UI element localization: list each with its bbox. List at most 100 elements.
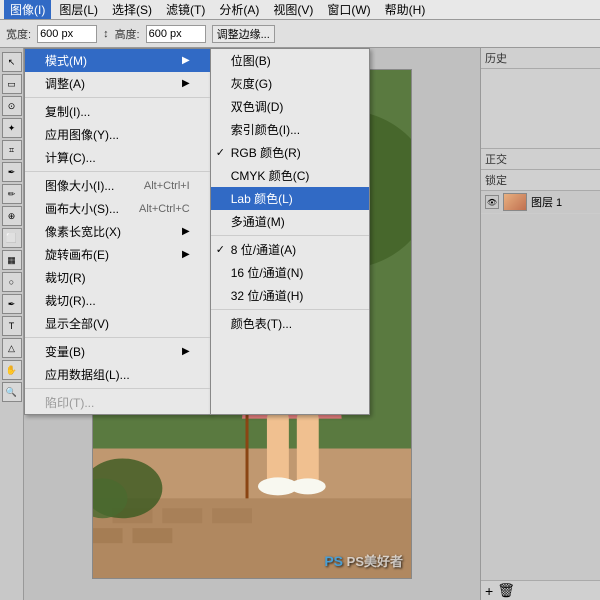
magic-wand-tool[interactable]: ✦: [2, 118, 22, 138]
menu-window[interactable]: 窗口(W): [321, 0, 376, 19]
menu-item-pixel-aspect[interactable]: 像素长宽比(X) ▶: [25, 220, 210, 243]
mode-bitmap-label: 位图(B): [231, 52, 271, 69]
submenu-arrow: ▶: [182, 55, 190, 66]
mode-label: 正交: [481, 149, 600, 170]
image-size-shortcut: Alt+Ctrl+I: [144, 180, 190, 192]
mode-separator-1: [211, 235, 369, 236]
mode-lab[interactable]: Lab 颜色(L): [211, 187, 369, 210]
mode-indexed-label: 索引颜色(I)...: [231, 121, 300, 138]
menu-item-reveal-all[interactable]: 显示全部(V): [25, 312, 210, 335]
menu-image[interactable]: 图像(I): [4, 0, 51, 19]
canvas-area: PS PS美好者 模式(M) ▶ 调整(A) ▶: [24, 48, 480, 600]
menu-item-adjust-label: 调整(A): [45, 75, 85, 92]
menu-item-variables[interactable]: 变量(B) ▶: [25, 340, 210, 363]
menu-item-mode-label: 模式(M): [45, 52, 87, 69]
mode-8bit[interactable]: ✓ 8 位/通道(A): [211, 238, 369, 261]
canvas-size-shortcut: Alt+Ctrl+C: [139, 203, 190, 215]
mode-cmyk[interactable]: CMYK 颜色(C): [211, 164, 369, 187]
hand-tool[interactable]: ✋: [2, 360, 22, 380]
menu-item-duplicate[interactable]: 复制(I)...: [25, 100, 210, 123]
dropdown-overlay: 模式(M) ▶ 调整(A) ▶ 复制(I)... 应用图像(Y)...: [24, 48, 370, 415]
menu-item-canvas-size[interactable]: 画布大小(S)... Alt+Ctrl+C: [25, 197, 210, 220]
menu-item-trap-label: 陷印(T)...: [45, 394, 94, 411]
menu-item-apply-image[interactable]: 应用图像(Y)...: [25, 123, 210, 146]
rgb-check: ✓: [216, 146, 225, 159]
mode-color-table[interactable]: 颜色表(T)...: [211, 312, 369, 335]
menu-item-reveal-all-label: 显示全部(V): [45, 315, 109, 332]
mode-duotone-label: 双色调(D): [231, 98, 284, 115]
mode-lab-label: Lab 颜色(L): [231, 190, 293, 207]
8bit-check: ✓: [216, 243, 225, 256]
menu-item-apply-data[interactable]: 应用数据组(L)...: [25, 363, 210, 386]
mode-multichannel[interactable]: 多通道(M): [211, 210, 369, 233]
menu-item-crop-label: 裁切(R): [45, 269, 86, 286]
menu-item-trim-label: 裁切(R)...: [45, 292, 96, 309]
eye-icon[interactable]: 👁: [485, 195, 499, 209]
menu-item-adjust[interactable]: 调整(A) ▶: [25, 72, 210, 95]
gradient-tool[interactable]: ▦: [2, 250, 22, 270]
height-text-label: 高度:: [115, 26, 140, 42]
menu-analyze[interactable]: 分析(A): [213, 0, 265, 19]
width-label: 宽度:: [6, 26, 31, 42]
menu-filter[interactable]: 滤镜(T): [160, 0, 211, 19]
menu-item-rotate-label: 旋转画布(E): [45, 246, 109, 263]
zoom-tool[interactable]: 🔍: [2, 382, 22, 402]
menu-item-crop[interactable]: 裁切(R): [25, 266, 210, 289]
menu-item-image-size-label: 图像大小(I)...: [45, 177, 114, 194]
crop-tool[interactable]: ⌗: [2, 140, 22, 160]
mode-indexed[interactable]: 索引颜色(I)...: [211, 118, 369, 141]
menu-item-calculate-label: 计算(C)...: [45, 149, 96, 166]
main-area: ↖ ▭ ⊙ ✦ ⌗ ✒ ✏ ⊕ ⬜ ▦ ○ ✒ T △ ✋ 🔍: [0, 48, 600, 600]
lasso-tool[interactable]: ⊙: [2, 96, 22, 116]
image-menu: 模式(M) ▶ 调整(A) ▶ 复制(I)... 应用图像(Y)...: [24, 48, 211, 415]
submenu-arrow-pixel: ▶: [182, 226, 190, 237]
menubar: 图像(I) 图层(L) 选择(S) 滤镜(T) 分析(A) 视图(V) 窗口(W…: [0, 0, 600, 20]
menu-item-trap: 陷印(T)...: [25, 391, 210, 414]
mode-16bit[interactable]: 16 位/通道(N): [211, 261, 369, 284]
menu-item-canvas-size-label: 画布大小(S)...: [45, 200, 119, 217]
menu-layer[interactable]: 图层(L): [53, 0, 104, 19]
mode-submenu: 位图(B) 灰度(G) 双色调(D) 索引颜色(I)... ✓ RGB 颜色(R…: [210, 48, 370, 415]
menu-item-rotate[interactable]: 旋转画布(E) ▶: [25, 243, 210, 266]
select-tool[interactable]: ▭: [2, 74, 22, 94]
width-input[interactable]: [37, 25, 97, 43]
mode-32bit-label: 32 位/通道(H): [231, 287, 304, 304]
menu-select[interactable]: 选择(S): [106, 0, 158, 19]
menu-view[interactable]: 视图(V): [267, 0, 319, 19]
eraser-tool[interactable]: ⬜: [2, 228, 22, 248]
mode-rgb[interactable]: ✓ RGB 颜色(R): [211, 141, 369, 164]
menu-item-calculate[interactable]: 计算(C)...: [25, 146, 210, 169]
mode-grayscale-label: 灰度(G): [231, 75, 272, 92]
left-tool-panel: ↖ ▭ ⊙ ✦ ⌗ ✒ ✏ ⊕ ⬜ ▦ ○ ✒ T △ ✋ 🔍: [0, 48, 24, 600]
clone-tool[interactable]: ⊕: [2, 206, 22, 226]
mode-grayscale[interactable]: 灰度(G): [211, 72, 369, 95]
mode-duotone[interactable]: 双色调(D): [211, 95, 369, 118]
menu-item-variables-label: 变量(B): [45, 343, 85, 360]
menu-item-trim[interactable]: 裁切(R)...: [25, 289, 210, 312]
shape-tool[interactable]: △: [2, 338, 22, 358]
mode-rgb-label: RGB 颜色(R): [231, 144, 301, 161]
mode-16bit-label: 16 位/通道(N): [231, 264, 304, 281]
menu-help[interactable]: 帮助(H): [379, 0, 432, 19]
height-input[interactable]: [146, 25, 206, 43]
add-layer-btn[interactable]: +: [485, 583, 493, 599]
mode-8bit-label: 8 位/通道(A): [231, 241, 296, 258]
pen-tool[interactable]: ✒: [2, 294, 22, 314]
menu-container: 模式(M) ▶ 调整(A) ▶ 复制(I)... 应用图像(Y)...: [24, 48, 370, 415]
adjust-edges-btn[interactable]: 调整边缘...: [212, 25, 275, 43]
mode-bitmap[interactable]: 位图(B): [211, 49, 369, 72]
delete-layer-btn[interactable]: 🗑: [497, 582, 515, 599]
mode-32bit[interactable]: 32 位/通道(H): [211, 284, 369, 307]
submenu-arrow-adjust: ▶: [182, 78, 190, 89]
dodge-tool[interactable]: ○: [2, 272, 22, 292]
menu-separator-4: [25, 388, 210, 389]
height-label: ↕: [103, 28, 109, 40]
mode-multichannel-label: 多通道(M): [231, 213, 285, 230]
layer-item[interactable]: 👁 图层 1: [481, 191, 600, 214]
menu-item-image-size[interactable]: 图像大小(I)... Alt+Ctrl+I: [25, 174, 210, 197]
brush-tool[interactable]: ✏: [2, 184, 22, 204]
menu-item-mode[interactable]: 模式(M) ▶: [25, 49, 210, 72]
text-tool[interactable]: T: [2, 316, 22, 336]
move-tool[interactable]: ↖: [2, 52, 22, 72]
eyedropper-tool[interactable]: ✒: [2, 162, 22, 182]
